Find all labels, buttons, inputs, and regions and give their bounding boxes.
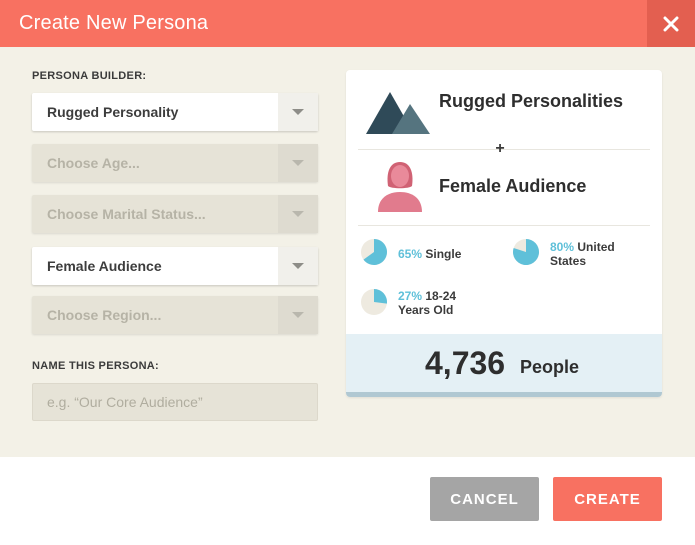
audience-select-value: Female Audience	[47, 258, 162, 274]
region-select[interactable]: Choose Region...	[32, 296, 318, 334]
create-button[interactable]: CREATE	[553, 477, 662, 521]
audience-dropdown-toggle[interactable]	[278, 247, 318, 285]
pie-chart-icon	[361, 289, 388, 315]
chevron-down-icon	[292, 263, 304, 269]
segment-two-title: Female Audience	[439, 176, 587, 196]
modal-footer: CANCEL CREATE	[0, 457, 695, 545]
age-dropdown-toggle[interactable]	[278, 144, 318, 182]
personality-select[interactable]: Rugged Personality	[32, 93, 318, 131]
pie-chart-icon	[361, 239, 387, 265]
female-user-icon	[378, 162, 422, 212]
cancel-button[interactable]: CANCEL	[430, 477, 539, 521]
modal-header: Create New Persona	[0, 0, 695, 47]
chevron-down-icon	[292, 109, 304, 115]
age-select-value: Choose Age...	[47, 155, 140, 171]
summary-divider	[358, 225, 650, 226]
chevron-down-icon	[292, 160, 304, 166]
personality-select-value: Rugged Personality	[47, 104, 179, 120]
audience-select[interactable]: Female Audience	[32, 247, 318, 285]
modal-body: PERSONA BUILDER: Rugged Personality Choo…	[0, 47, 695, 457]
mountains-icon	[366, 92, 430, 134]
plus-icon: +	[495, 140, 505, 157]
region-select-value: Choose Region...	[47, 307, 162, 323]
stat-single: 65% Single	[398, 247, 498, 261]
persona-builder-label: PERSONA BUILDER:	[32, 70, 147, 82]
chevron-down-icon	[292, 312, 304, 318]
marital-status-select-value: Choose Marital Status...	[47, 206, 206, 222]
stat-single-label: Single	[425, 247, 462, 261]
modal-title: Create New Persona	[19, 12, 209, 34]
stat-age-range: 27% 18-24 Years Old	[398, 289, 478, 317]
segment-one-title: Rugged Personalities	[439, 91, 624, 111]
stat-single-percent: 65%	[398, 247, 423, 261]
card-bottom-border	[346, 392, 662, 397]
age-select[interactable]: Choose Age...	[32, 144, 318, 182]
people-count: 4,736	[425, 345, 506, 381]
marital-status-select[interactable]: Choose Marital Status...	[32, 195, 318, 233]
people-label: People	[520, 357, 580, 377]
stat-united-states-percent: 80%	[550, 240, 575, 254]
region-dropdown-toggle[interactable]	[278, 296, 318, 334]
stat-united-states: 80% United States	[550, 240, 640, 268]
close-button[interactable]	[647, 0, 695, 47]
create-persona-modal: Create New Persona PERSONA BUILDER: Rugg…	[0, 0, 695, 545]
name-persona-label: NAME THIS PERSONA:	[32, 360, 160, 372]
pie-chart-icon	[513, 239, 540, 265]
persona-summary-card: Rugged Personalities + Female Audience 6…	[346, 70, 662, 397]
persona-name-input[interactable]	[32, 383, 318, 421]
people-count-band: 4,736 People	[346, 334, 662, 392]
marital-status-dropdown-toggle[interactable]	[278, 195, 318, 233]
chevron-down-icon	[292, 211, 304, 217]
stat-age-range-percent: 27%	[398, 289, 423, 303]
close-icon	[663, 16, 679, 31]
personality-dropdown-toggle[interactable]	[278, 93, 318, 131]
